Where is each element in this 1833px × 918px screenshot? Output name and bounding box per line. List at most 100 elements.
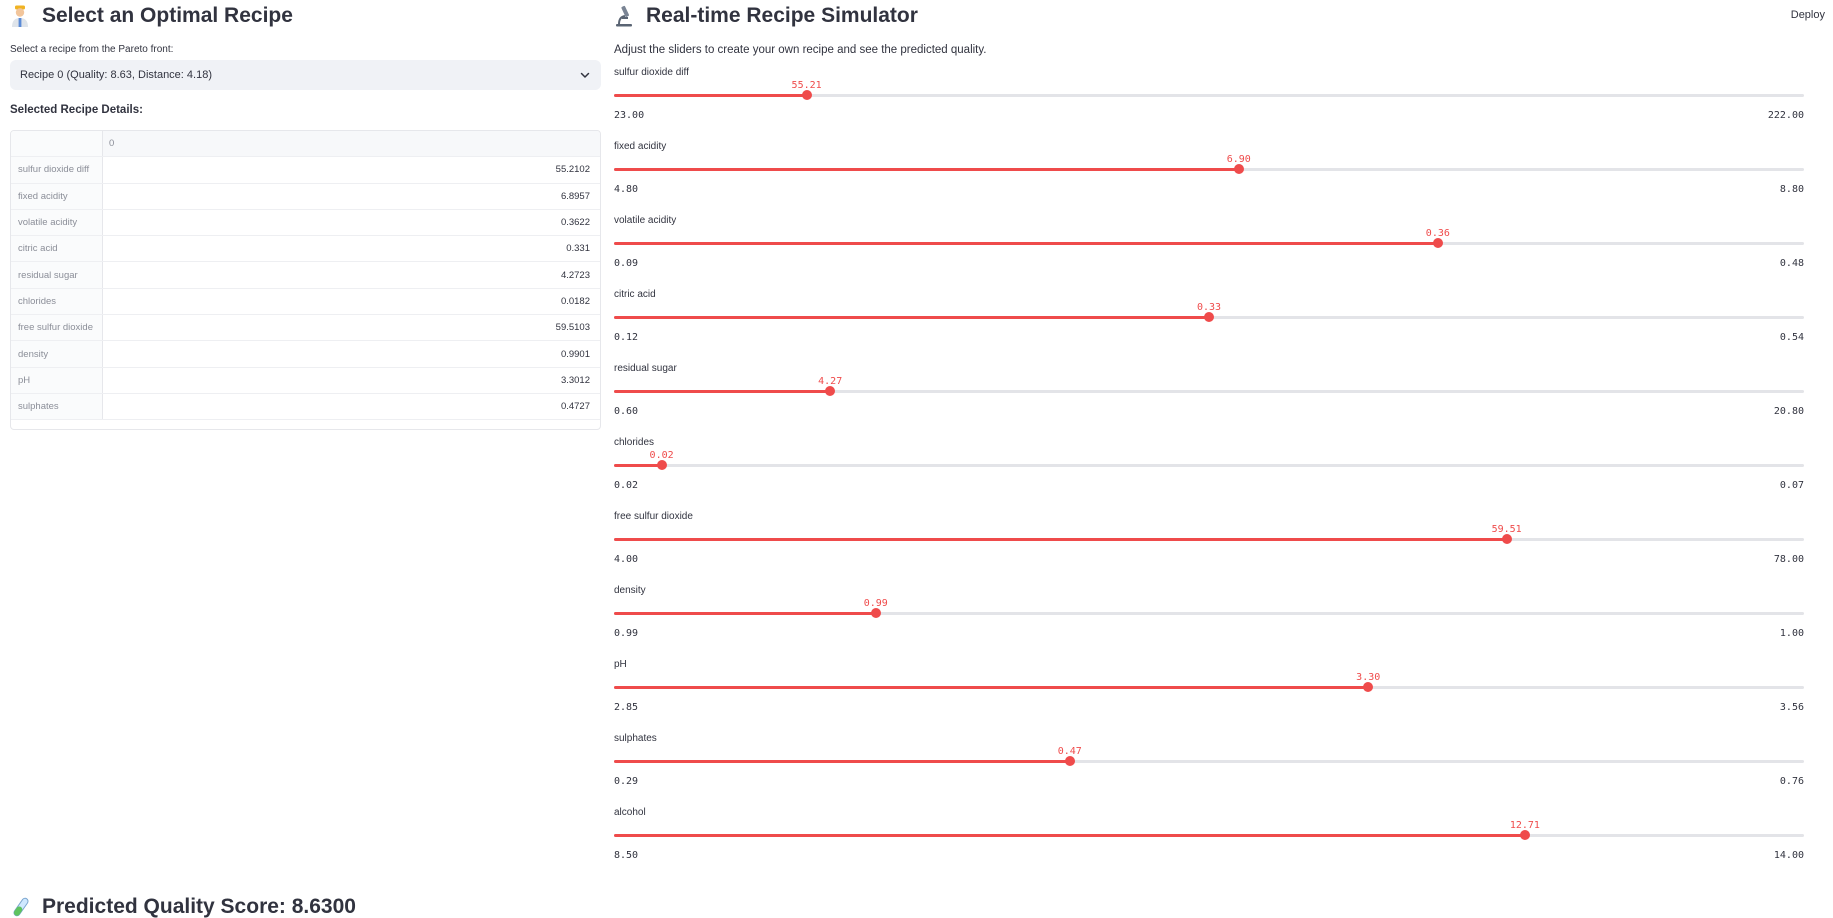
table-row-value: 0.3622 [560,217,590,229]
slider-min: 0.99 [614,628,639,639]
slider-label: density [614,585,646,596]
chevron-down-icon [579,69,591,81]
slider-min: 0.29 [614,776,639,787]
table-row-value: 55.2102 [555,164,590,176]
slider-max: 0.76 [1779,776,1804,787]
slider-citric-acid: citric acid 0.33 0.12 0.54 [614,280,1804,354]
slider-track[interactable] [614,608,1804,618]
table-row: density 0.9901 [11,341,600,368]
slider-thumb[interactable] [825,386,836,396]
slider-max: 3.56 [1779,702,1804,713]
slider-ph: pH 3.30 2.85 3.56 [614,650,1804,724]
slider-max: 1.00 [1779,628,1804,639]
predicted-quality-score: Predicted Quality Score: 8.6300 [42,895,356,918]
slider-thumb[interactable] [1501,534,1512,544]
table-row-value: 59.5103 [555,322,590,334]
slider-track[interactable] [614,164,1804,174]
table-row-value: 3.3012 [560,374,590,386]
recipe-select-label: Select a recipe from the Pareto front: [10,44,174,55]
slider-min: 4.80 [614,184,639,195]
slider-thumb[interactable] [656,460,667,470]
slider-track[interactable] [614,682,1804,692]
slider-min: 2.85 [614,702,639,713]
slider-label: residual sugar [614,363,677,374]
slider-track[interactable] [614,460,1804,470]
slider-free-sulfur-dioxide: free sulfur dioxide 59.51 4.00 78.00 [614,502,1804,576]
table-column-header: 0 [109,138,115,150]
slider-max: 222.00 [1767,110,1804,121]
slider-min: 4.00 [614,554,639,565]
slider-min: 23.00 [614,110,645,121]
slider-chlorides: chlorides 0.02 0.02 0.07 [614,428,1804,502]
table-row: volatile acidity 0.3622 [11,209,600,237]
slider-thumb[interactable] [1064,756,1075,766]
slider-thumb[interactable] [1233,164,1244,174]
slider-track[interactable] [614,312,1804,322]
table-row-label: free sulfur dioxide [11,315,103,341]
table-row-value: 0.9901 [560,348,590,360]
slider-label: volatile acidity [614,215,677,226]
test-tube-icon [10,896,30,918]
slider-min: 8.50 [614,850,639,861]
slider-label: fixed acidity [614,141,667,152]
left-heading: Select an Optimal Recipe [10,1,601,31]
slider-max: 8.80 [1779,184,1804,195]
slider-fill [614,760,1070,763]
slider-thumb[interactable] [801,90,812,100]
slider-fill [614,242,1438,245]
table-row-value: 0.0182 [560,295,590,307]
table-row: sulphates 0.4727 [11,393,600,421]
table-row: pH 3.3012 [11,367,600,394]
slider-fill [614,686,1369,689]
slider-max: 14.00 [1773,850,1804,861]
slider-thumb[interactable] [870,608,881,618]
slider-min: 0.09 [614,258,639,269]
table-row: citric acid 0.331 [11,236,600,263]
slider-max: 78.00 [1773,554,1804,565]
table-row-label: citric acid [11,236,103,262]
slider-track[interactable] [614,238,1804,248]
slider-label: free sulfur dioxide [614,511,693,522]
recipe-select[interactable]: Recipe 0 (Quality: 8.63, Distance: 4.18) [10,60,601,90]
slider-track[interactable] [614,534,1804,544]
slider-max: 20.80 [1773,406,1804,417]
slider-max: 0.48 [1779,258,1804,269]
slider-min: 0.60 [614,406,639,417]
table-row-label: sulfur dioxide diff [11,157,103,183]
slider-fill [614,390,831,393]
right-heading: Real-time Recipe Simulator [614,1,1804,31]
slider-label: chlorides [614,437,655,448]
slider-thumb[interactable] [1363,682,1374,692]
table-row: residual sugar 4.2723 [11,262,600,289]
page-title: Select an Optimal Recipe [42,4,293,27]
slider-track[interactable] [614,830,1804,840]
slider-thumb[interactable] [1432,238,1443,248]
recipe-selector-panel: Select an Optimal Recipe Select a recipe… [10,0,601,430]
slider-track[interactable] [614,756,1804,766]
table-row-label: pH [11,367,103,393]
table-row-value: 4.2723 [560,269,590,281]
slider-volatile-acidity: volatile acidity 0.36 0.09 0.48 [614,206,1804,280]
table-row: sulfur dioxide diff 55.2102 [11,157,600,184]
simulator-title: Real-time Recipe Simulator [646,4,918,27]
table-row-label: fixed acidity [11,183,103,209]
table-row: chlorides 0.0182 [11,288,600,316]
recipe-details-table[interactable]: 0 sulfur dioxide diff 55.2102 fixed acidit… [10,130,601,430]
slider-residual-sugar: residual sugar 4.27 0.60 20.80 [614,354,1804,428]
slider-sulphates: sulphates 0.47 0.29 0.76 [614,724,1804,798]
table-row: free sulfur dioxide 59.5103 [11,315,600,342]
slider-track[interactable] [614,386,1804,396]
slider-max: 0.07 [1779,480,1804,491]
slider-min: 0.02 [614,480,639,491]
slider-track[interactable] [614,90,1804,100]
table-row-value: 6.8957 [560,190,590,202]
slider-thumb[interactable] [1519,830,1530,840]
simulator-panel: Real-time Recipe Simulator Adjust the sl… [614,0,1804,872]
table-row-label: residual sugar [11,262,103,288]
slider-sulfur-dioxide-diff: sulfur dioxide diff 55.21 23.00 222.00 [614,58,1804,132]
table-header-row: 0 [11,131,600,158]
table-row-value: 0.4727 [560,401,590,413]
slider-label: alcohol [614,807,646,818]
slider-thumb[interactable] [1204,312,1214,322]
slider-fixed-acidity: fixed acidity 6.90 4.80 8.80 [614,132,1804,206]
